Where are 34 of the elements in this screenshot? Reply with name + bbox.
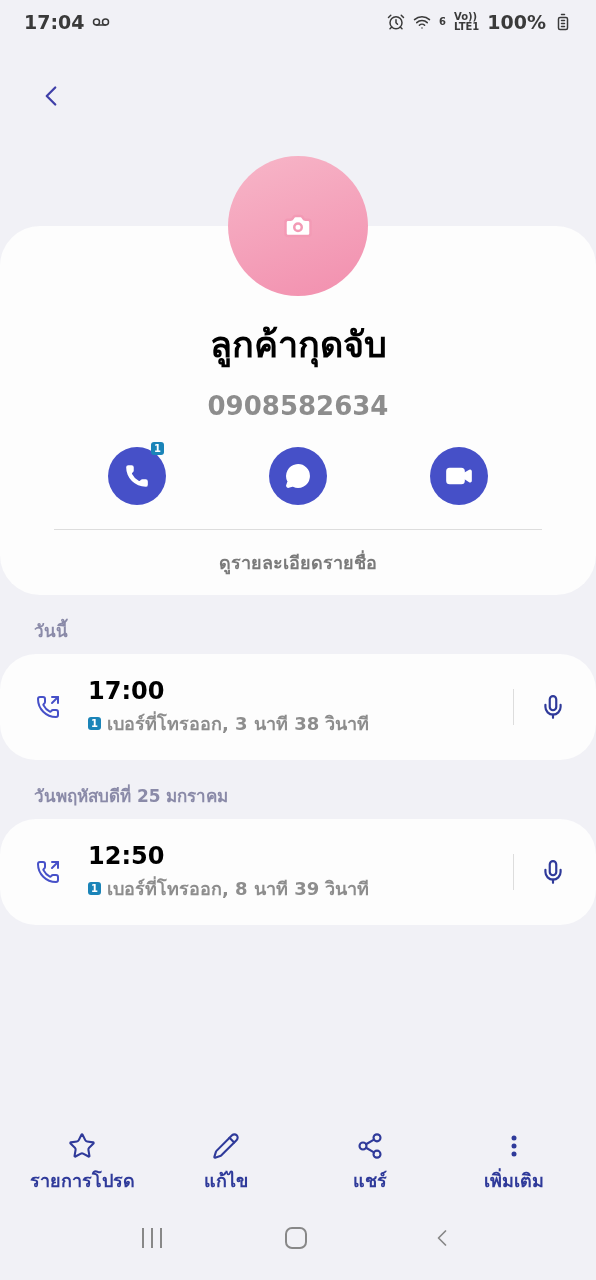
call-time: 17:00	[88, 676, 166, 705]
wifi-label: 6	[439, 17, 446, 27]
call-time: 12:50	[88, 841, 166, 870]
more-button[interactable]: เพิ่มเติม	[449, 1131, 579, 1196]
alarm-icon	[387, 13, 405, 31]
sim-badge: 1	[88, 716, 101, 730]
date-header: วันพฤหัสบดีที่ 25 มกราคม	[33, 783, 230, 808]
outgoing-call-icon	[36, 860, 60, 884]
share-button[interactable]: แชร์	[305, 1131, 435, 1196]
outgoing-call-icon	[36, 695, 60, 719]
more-icon	[511, 1135, 517, 1157]
details-link[interactable]: ดูรายละเอียดรายชื่อ	[219, 548, 377, 577]
chat-bubble-icon	[285, 463, 311, 489]
edit-icon	[212, 1132, 240, 1160]
favorite-icon	[68, 1132, 96, 1160]
favorite-button[interactable]: รายการโปรด	[17, 1131, 147, 1196]
call-log-entry[interactable]: 17:00 1 เบอร์ที่โทรออก, 3 นาที 38 วินาที	[0, 654, 596, 760]
battery-level: 100%	[487, 11, 546, 33]
video-call-button[interactable]	[430, 447, 488, 505]
call-detail: เบอร์ที่โทรออก, 8 นาที 39 วินาที	[106, 875, 370, 901]
phone-icon	[124, 463, 150, 489]
share-icon	[356, 1132, 384, 1160]
status-time: 17:04	[24, 11, 85, 33]
wifi-icon	[413, 13, 431, 31]
message-button[interactable]	[269, 447, 327, 505]
edit-button[interactable]: แก้ไข	[161, 1131, 291, 1196]
call-log-entry[interactable]: 12:50 1 เบอร์ที่โทรออก, 8 นาที 39 วินาที	[0, 819, 596, 925]
contact-phone: 0908582634	[207, 391, 389, 421]
date-header: วันนี้	[0, 595, 596, 654]
contact-name: ลูกค้ากุดจับ	[209, 316, 387, 373]
call-detail: เบอร์ที่โทรออก, 3 นาที 38 วินาที	[106, 710, 370, 736]
sim-badge: 1	[151, 442, 164, 455]
sim-badge: 1	[88, 881, 101, 895]
volte-label: Vo)) LTE1	[453, 12, 480, 32]
